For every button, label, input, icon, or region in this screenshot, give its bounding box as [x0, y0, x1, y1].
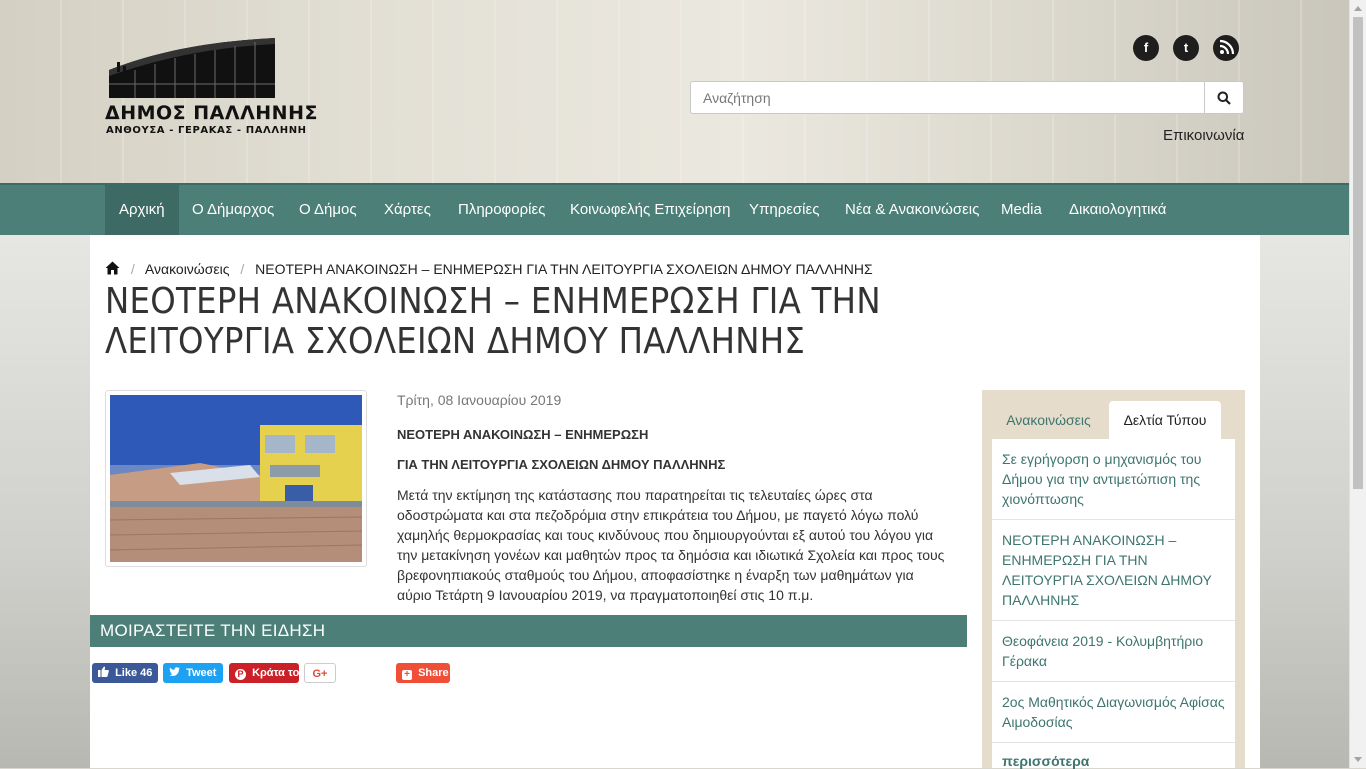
- sidebar-news-widget: Ανακοινώσεις Δελτία Τύπου Σε εγρήγορση ο…: [982, 390, 1245, 769]
- twitter-icon[interactable]: t: [1173, 35, 1199, 61]
- page-title: ΝΕΟΤΕΡΗ ΑΝΑΚΟΙΝΩΣΗ – ΕΝΗΜΕΡΩΣΗ ΓΙΑ ΤΗΝ Λ…: [105, 281, 881, 362]
- school-photo: [110, 395, 362, 562]
- google-plus-icon: G+: [312, 668, 328, 680]
- thumbs-up-icon: [98, 666, 109, 677]
- nav-item-media[interactable]: Media: [1001, 185, 1042, 235]
- breadcrumb: / Ανακοινώσεις / ΝΕΟΤΕΡΗ ΑΝΑΚΟΙΝΩΣΗ – ΕΝ…: [105, 261, 873, 277]
- tab-press-releases[interactable]: Δελτία Τύπου: [1109, 401, 1221, 439]
- logo-title: ΔΗΜΟΣ ΠΑΛΛΗΝΗΣ: [105, 102, 318, 124]
- logo-subtitle: ΑΝΘΟΥΣΑ - ΓΕΡΑΚΑΣ - ΠΑΛΛΗΝΗ: [106, 125, 307, 136]
- nav-item-enterprise[interactable]: Κοινωφελής Επιχείρηση: [570, 185, 730, 235]
- tweet-label: Tweet: [186, 667, 217, 679]
- more-link[interactable]: περισσότερα: [1002, 753, 1089, 769]
- nav-item-home[interactable]: Αρχική: [105, 185, 179, 235]
- search-button[interactable]: [1204, 82, 1243, 113]
- nav-item-maps[interactable]: Χάρτες: [384, 185, 431, 235]
- tab-announcements[interactable]: Ανακοινώσεις: [992, 401, 1105, 439]
- page-scrollbar[interactable]: [1349, 0, 1366, 768]
- article-body: Μετά την εκτίμηση της κατάστασης που παρ…: [397, 487, 945, 603]
- sidebar-news-item[interactable]: Σε εγρήγορση ο μηχανισμός του Δήμου για …: [992, 439, 1235, 520]
- rss-icon[interactable]: [1213, 35, 1239, 61]
- article-image[interactable]: [105, 390, 367, 567]
- site-logo[interactable]: ΔΗΜΟΣ ΠΑΛΛΗΝΗΣ ΑΝΘΟΥΣΑ - ΓΕΡΑΚΑΣ - ΠΑΛΛΗ…: [105, 36, 317, 140]
- like-label: Like 46: [115, 667, 153, 679]
- pinterest-icon: P: [235, 669, 246, 680]
- search-icon: [1217, 91, 1231, 105]
- breadcrumb-separator: /: [240, 261, 245, 277]
- share-heading: ΜΟΙΡΑΣΤΕΙΤΕ ΤΗΝ ΕΙΔΗΣΗ: [100, 621, 326, 640]
- breadcrumb-section[interactable]: Ανακοινώσεις: [145, 261, 230, 277]
- tab-panel: Σε εγρήγορση ο μηχανισμός του Δήμου για …: [992, 439, 1235, 769]
- scroll-down-arrow[interactable]: [1354, 757, 1362, 762]
- article-heading-2: ΓΙΑ ΤΗΝ ΛΕΙΤΟΥΡΓΙΑ ΣΧΟΛΕΙΩΝ ΔΗΜΟΥ ΠΑΛΛΗΝ…: [397, 457, 726, 472]
- pin-label: Κράτα το: [252, 667, 300, 679]
- logo-building-graphic: [109, 38, 275, 98]
- main-content: / Ανακοινώσεις / ΝΕΟΤΕΡΗ ΑΝΑΚΟΙΝΩΣΗ – ΕΝ…: [90, 235, 1260, 769]
- nav-item-mayor[interactable]: Ο Δήμαρχος: [192, 185, 274, 235]
- article-date: Τρίτη, 08 Ιανουαρίου 2019: [397, 392, 562, 408]
- share-section-header: ΜΟΙΡΑΣΤΕΙΤΕ ΤΗΝ ΕΙΔΗΣΗ: [90, 615, 967, 647]
- share-button[interactable]: + Share: [396, 663, 450, 683]
- home-icon[interactable]: [105, 261, 120, 275]
- sidebar-news-item[interactable]: Θεοφάνεια 2019 - Κολυμβητήριο Γέρακα: [992, 621, 1235, 682]
- search-input[interactable]: [691, 82, 1205, 113]
- breadcrumb-current: ΝΕΟΤΕΡΗ ΑΝΑΚΟΙΝΩΣΗ – ΕΝΗΜΕΡΩΣΗ ΓΙΑ ΤΗΝ Λ…: [255, 261, 873, 277]
- sidebar-news-item[interactable]: ΝΕΟΤΕΡΗ ΑΝΑΚΟΙΝΩΣΗ – ΕΝΗΜΕΡΩΣΗ ΓΙΑ ΤΗΝ Λ…: [992, 520, 1235, 621]
- search-box: [690, 81, 1244, 114]
- plus-icon: +: [402, 670, 412, 680]
- nav-item-info[interactable]: Πληροφορίες: [458, 185, 545, 235]
- nav-item-news[interactable]: Νέα & Ανακοινώσεις: [845, 185, 979, 235]
- scrollbar-thumb[interactable]: [1353, 17, 1363, 489]
- google-plus-button[interactable]: G+: [304, 663, 336, 683]
- contact-link[interactable]: Επικοινωνία: [1163, 127, 1244, 144]
- nav-item-services[interactable]: Υπηρεσίες: [749, 185, 819, 235]
- main-nav: Αρχική Ο Δήμαρχος Ο Δήμος Χάρτες Πληροφο…: [0, 183, 1350, 235]
- tweet-button[interactable]: Tweet: [163, 663, 223, 683]
- twitter-bird-icon: [169, 667, 180, 676]
- nav-item-documents[interactable]: Δικαιολογητικά: [1069, 185, 1166, 235]
- sidebar-news-item[interactable]: 2ος Μαθητικός Διαγωνισμός Αφίσας Αιμοδοσ…: [992, 682, 1235, 743]
- pinterest-button[interactable]: P Κράτα το: [229, 663, 299, 683]
- facebook-like-button[interactable]: Like 46: [92, 663, 158, 683]
- nav-item-municipality[interactable]: Ο Δήμος: [299, 185, 357, 235]
- scroll-up-arrow[interactable]: [1354, 6, 1362, 11]
- facebook-icon[interactable]: f: [1133, 35, 1159, 61]
- article-heading-1: ΝΕΟΤΕΡΗ ΑΝΑΚΟΙΝΩΣΗ – ΕΝΗΜΕΡΩΣΗ: [397, 427, 649, 442]
- share-label: Share: [418, 667, 449, 679]
- breadcrumb-separator: /: [130, 261, 135, 277]
